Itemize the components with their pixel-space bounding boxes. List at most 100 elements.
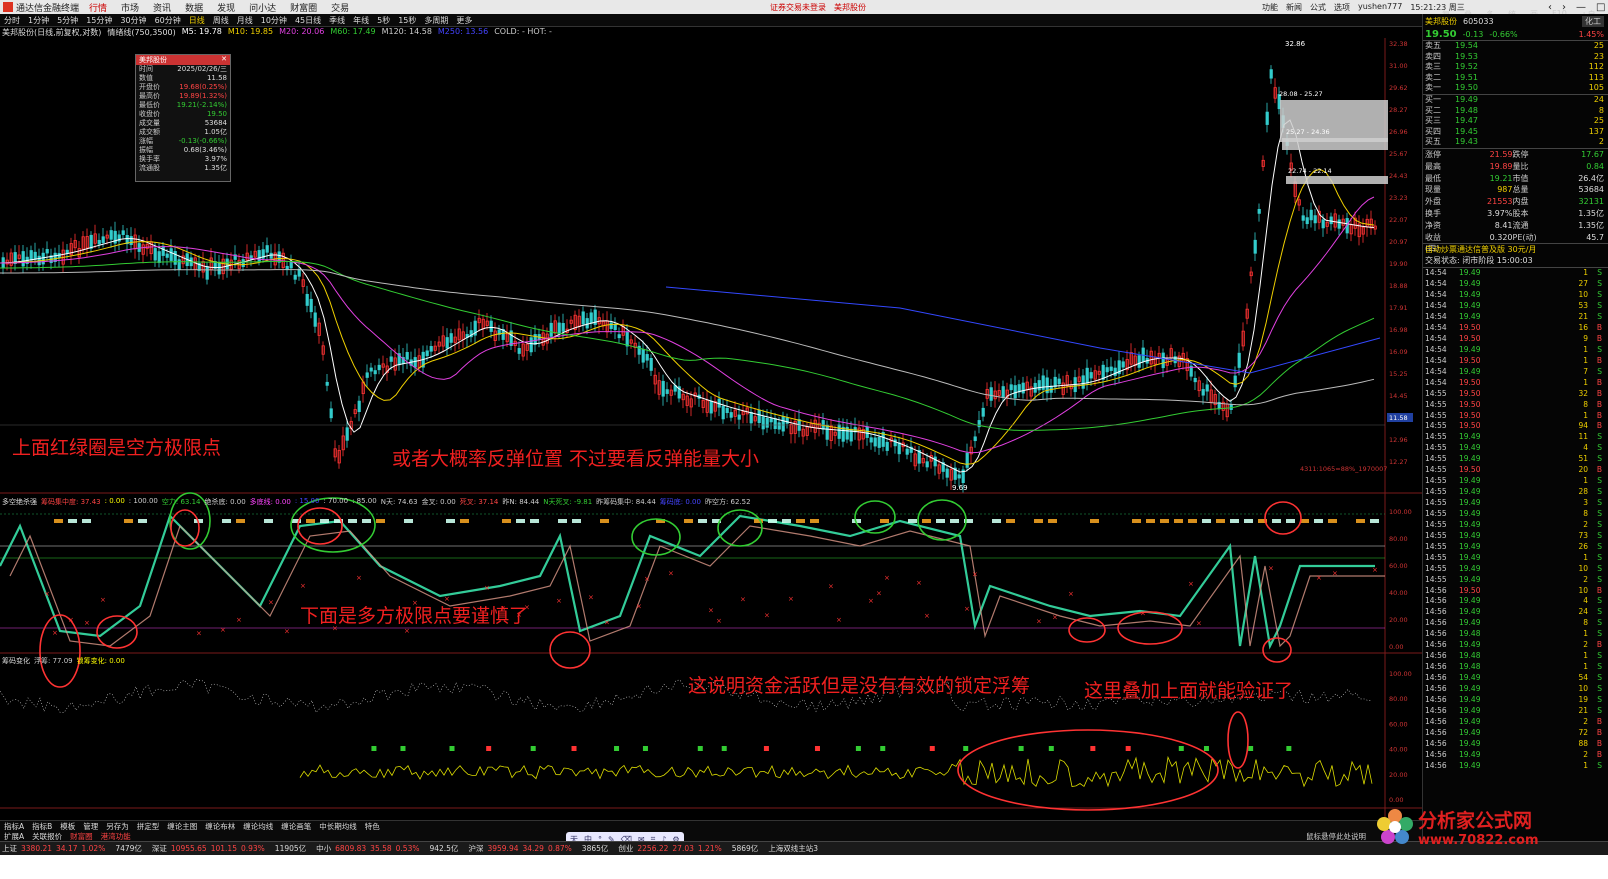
period-tab-0[interactable]: 分时 xyxy=(4,15,20,26)
bid-price: 19.49 xyxy=(1455,94,1478,104)
period-tab-15[interactable]: 多周期 xyxy=(424,15,448,26)
period-tab-8[interactable]: 月线 xyxy=(237,15,253,26)
period-tab-3[interactable]: 15分钟 xyxy=(86,15,112,26)
indicator-tab-8[interactable]: 缠论均线 xyxy=(243,821,273,832)
period-tab-7[interactable]: 周线 xyxy=(213,15,229,26)
index-item[interactable]: 3865亿 xyxy=(582,843,609,854)
indicator-tab-6[interactable]: 缠论主图 xyxy=(167,821,197,832)
tick-time: 14:55 xyxy=(1425,541,1447,551)
tick-volume: 7 xyxy=(1583,366,1588,376)
index-item[interactable]: 中小 xyxy=(316,843,331,854)
index-item[interactable]: 沪深 xyxy=(468,843,483,854)
period-tab-2[interactable]: 5分钟 xyxy=(57,15,78,26)
index-item[interactable]: 7479亿 xyxy=(115,843,142,854)
indicator-tab-11[interactable]: 特色 xyxy=(365,821,380,832)
popup-close-icon[interactable]: ✕ xyxy=(221,55,227,65)
menu-item-2[interactable]: 资讯 xyxy=(153,4,171,14)
right-menu-item-4[interactable]: yushen777 xyxy=(1358,2,1402,13)
indicator-tab-10[interactable]: 中长期均线 xyxy=(319,821,357,832)
ask-row[interactable]: 卖一 19.50 105 xyxy=(1423,83,1608,94)
period-tab-5[interactable]: 60分钟 xyxy=(155,15,181,26)
notice-item-1[interactable]: 美邦股份 xyxy=(834,3,866,12)
extension-tab-2[interactable]: 财富圈 xyxy=(70,831,93,842)
login-notice[interactable]: 证券交易未登录 美邦股份 xyxy=(770,2,874,13)
popup-value: 3.97% xyxy=(204,155,227,163)
period-tab-14[interactable]: 15秒 xyxy=(398,15,416,26)
index-item: 27.03 xyxy=(672,844,694,853)
menu-item-3[interactable]: 数据 xyxy=(185,4,203,14)
tick-direction: S xyxy=(1597,563,1602,573)
right-menu-item-3[interactable]: 选项 xyxy=(1334,2,1350,13)
period-tab-10[interactable]: 45日线 xyxy=(295,15,321,26)
notice-item-0[interactable]: 证券交易未登录 xyxy=(770,3,826,12)
sector-tag[interactable]: 化工 xyxy=(1582,15,1604,27)
bid-row[interactable]: 买二 19.48 8 xyxy=(1423,106,1608,117)
right-menu-item-0[interactable]: 功能 xyxy=(1262,2,1278,13)
period-tab-12[interactable]: 年线 xyxy=(353,15,369,26)
period-tab-11[interactable]: 季线 xyxy=(329,15,345,26)
bid-row[interactable]: 买四 19.45 137 xyxy=(1423,127,1608,138)
indicator-label[interactable]: 情绪线(750,3500) xyxy=(107,27,175,38)
tick-list[interactable]: 14:54 19.49 1 S 14:54 19.49 27 S 14:54 19.49 10 S 14… xyxy=(1423,267,1608,771)
ask-row[interactable]: 卖三 19.52 112 xyxy=(1423,62,1608,73)
extension-tab-3[interactable]: 港湾功能 xyxy=(101,831,131,842)
right-menu-item-1[interactable]: 新闻 xyxy=(1286,2,1302,13)
extension-tab-1[interactable]: 关联报价 xyxy=(32,831,62,842)
index-item[interactable]: 创业 xyxy=(618,843,633,854)
menu-item-1[interactable]: 市场 xyxy=(121,4,139,14)
tick-time: 14:55 xyxy=(1425,487,1447,497)
candle-body xyxy=(345,427,349,441)
index-item[interactable]: 5869亿 xyxy=(732,843,759,854)
indicator1-value: 金叉: 0.00 xyxy=(421,498,456,506)
menu-item-6[interactable]: 财富圈 xyxy=(290,4,317,14)
bid-row[interactable]: 买三 19.47 25 xyxy=(1423,116,1608,127)
indicator-tab-5[interactable]: 拼定型 xyxy=(137,821,160,832)
period-tab-9[interactable]: 10分钟 xyxy=(261,15,287,26)
ask-row[interactable]: 卖五 19.54 25 xyxy=(1423,41,1608,52)
index-item[interactable]: 942.5亿 xyxy=(429,843,458,854)
menu-item-5[interactable]: 问小达 xyxy=(249,4,276,14)
bid-row[interactable]: 买一 19.49 24 xyxy=(1423,95,1608,106)
indicator1-name[interactable]: 多空绝杀强 xyxy=(2,497,37,507)
tick-direction: S xyxy=(1597,301,1602,311)
tick-price: 19.50 xyxy=(1459,377,1481,387)
ask-row[interactable]: 卖二 19.51 113 xyxy=(1423,73,1608,84)
stat-value: 21.59 xyxy=(1489,149,1513,159)
indicator1-value: N天: 74.63 xyxy=(380,498,418,506)
tick-price: 19.49 xyxy=(1459,563,1481,573)
index-item[interactable]: 上证 xyxy=(2,843,17,854)
y-tick-label: 29.62 xyxy=(1389,84,1408,92)
bid-row[interactable]: 买五 19.43 2 xyxy=(1423,137,1608,148)
right-menu-item-2[interactable]: 公式 xyxy=(1310,2,1326,13)
menu-item-4[interactable]: 发现 xyxy=(217,4,235,14)
tick-row: 14:56 19.49 24 S xyxy=(1423,607,1608,618)
cold-hot-value: COLD: - HOT: - xyxy=(494,27,552,36)
tick-direction: S xyxy=(1597,694,1602,704)
stat-row: 外盘 21553 内盘 32131 xyxy=(1423,196,1608,208)
period-tab-13[interactable]: 5秒 xyxy=(377,15,390,26)
indicator-tab-9[interactable]: 缠论画笔 xyxy=(281,821,311,832)
tick-price: 19.50 xyxy=(1459,421,1481,431)
period-tab-4[interactable]: 30分钟 xyxy=(120,15,146,26)
index-item[interactable]: 上海双线主站3 xyxy=(768,843,818,854)
tick-direction: B xyxy=(1596,323,1602,332)
period-tab-16[interactable]: 更多 xyxy=(456,15,472,26)
candle-body xyxy=(329,408,333,419)
indicator2-name[interactable]: 筹码变化 xyxy=(2,656,30,666)
candle-body xyxy=(933,456,937,467)
tick-row: 14:55 19.49 1 S xyxy=(1423,553,1608,564)
period-tab-1[interactable]: 1分钟 xyxy=(28,15,49,26)
menu-item-7[interactable]: 交易 xyxy=(331,4,349,14)
period-tab-6[interactable]: 日线 xyxy=(189,15,205,26)
tick-time: 14:54 xyxy=(1425,268,1447,278)
extension-tab-0[interactable]: 扩展A xyxy=(4,831,24,842)
menu-item-0[interactable]: 行情 xyxy=(89,4,107,14)
indicator-tab-7[interactable]: 缠论布林 xyxy=(205,821,235,832)
tick-direction: S xyxy=(1597,519,1602,529)
stat-label: 量比 xyxy=(1512,161,1529,171)
index-item[interactable]: 深证 xyxy=(152,843,167,854)
ask-row[interactable]: 卖四 19.53 23 xyxy=(1423,52,1608,63)
tick-price: 19.49 xyxy=(1459,487,1481,497)
index-item[interactable]: 11905亿 xyxy=(275,843,306,854)
tick-time: 14:54 xyxy=(1425,355,1447,365)
